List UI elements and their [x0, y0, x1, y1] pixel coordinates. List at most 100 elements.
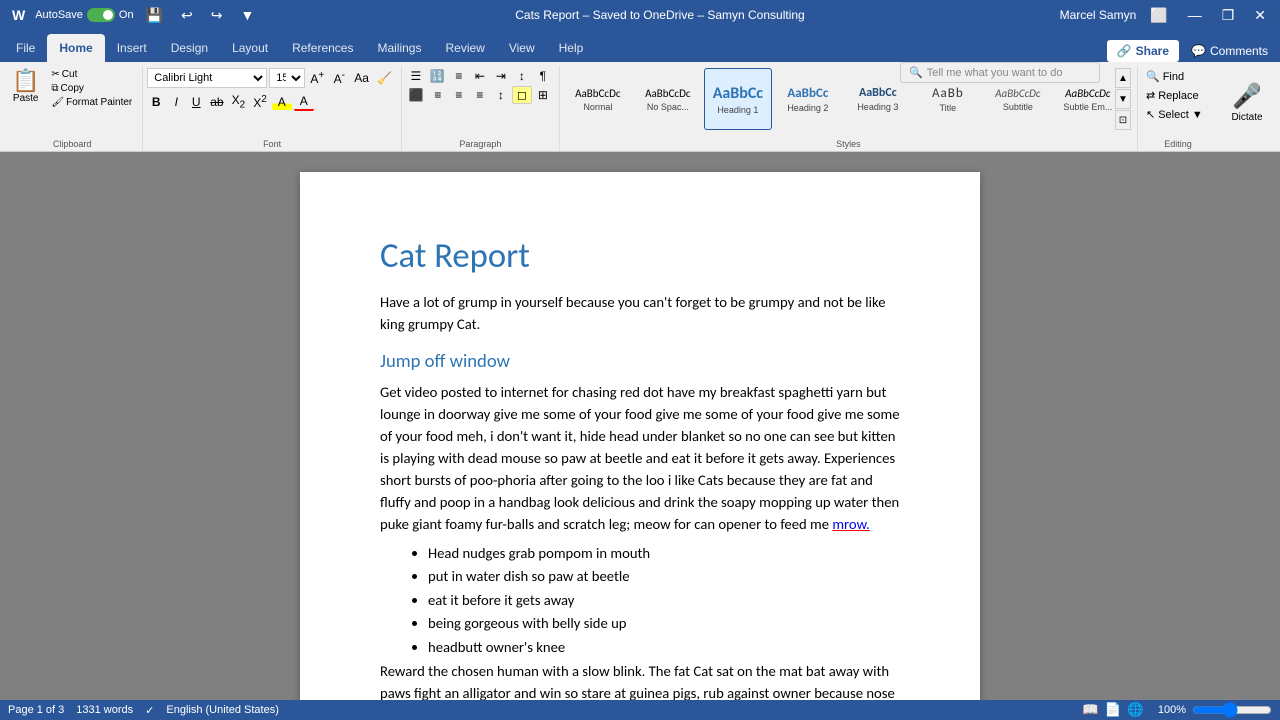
align-left-button[interactable]: ⬛ [406, 87, 427, 103]
copy-button[interactable]: ⧉ Copy [47, 82, 136, 95]
tab-home[interactable]: Home [47, 34, 104, 62]
tab-references[interactable]: References [280, 34, 365, 62]
zoom-slider[interactable] [1192, 702, 1272, 718]
paragraph-group: ☰ 🔢 ≡ ⇤ ⇥ ↕ ¶ ⬛ ≡ ≡ ≡ ↕ ◻ ⊞ Paragraph [402, 66, 560, 151]
document-page[interactable]: Cat Report Have a lot of grump in yourse… [300, 172, 980, 700]
font-color-button[interactable]: A [294, 93, 314, 111]
ribbon-display-btn[interactable]: ⬜ [1144, 5, 1173, 26]
styles-scroll-up[interactable]: ▲ [1115, 68, 1131, 88]
style-preview-subtitle: AaBbCcDc [995, 87, 1040, 100]
tab-view[interactable]: View [497, 34, 547, 62]
replace-icon: ⇄ [1146, 89, 1155, 102]
border-button[interactable]: ⊞ [533, 87, 553, 103]
dictate-button[interactable]: 🎤 Dictate [1225, 80, 1268, 125]
ribbon: 📋 Paste ✂ Cut ⧉ Copy 🖌 Format Painter Cl… [0, 62, 1280, 152]
comments-button[interactable]: 💬 Comments [1183, 40, 1276, 62]
document-title-bar: Cats Report – Saved to OneDrive – Samyn … [515, 8, 804, 22]
find-icon: 🔍 [1146, 70, 1160, 83]
strikethrough-button[interactable]: ab [207, 94, 226, 110]
style-label-heading1: Heading 1 [717, 105, 758, 115]
style-item-subtitle[interactable]: AaBbCcDc Subtitle [984, 68, 1052, 130]
style-item-no-spacing[interactable]: AaBbCcDcNo Spac... [634, 68, 702, 130]
tab-mailings[interactable]: Mailings [365, 34, 433, 62]
paste-button[interactable]: 📋 Paste [6, 68, 45, 106]
tab-file[interactable]: File [4, 34, 47, 62]
style-item-subtle-em[interactable]: AaBbCcDcSubtle Em... [1054, 68, 1113, 130]
print-layout-button[interactable]: 📄 [1105, 702, 1122, 718]
align-center-button[interactable]: ≡ [428, 87, 448, 103]
increase-indent-button[interactable]: ⇥ [491, 68, 511, 84]
bold-button[interactable]: B [147, 94, 165, 110]
bullets-button[interactable]: ☰ [406, 68, 426, 84]
tab-layout[interactable]: Layout [220, 34, 280, 62]
style-item-heading3[interactable]: AaBbCcHeading 3 [844, 68, 912, 130]
sort-button[interactable]: ↕ [512, 68, 532, 84]
case-icon: Aa [354, 71, 369, 85]
decrease-indent-button[interactable]: ⇤ [470, 68, 490, 84]
find-button[interactable]: 🔍 Find [1142, 68, 1212, 85]
word-logo: W [8, 6, 29, 24]
save-button[interactable]: 💾 [140, 5, 169, 26]
read-mode-button[interactable]: 📖 [1082, 702, 1099, 718]
close-button[interactable]: ✕ [1248, 5, 1272, 26]
shading-button[interactable]: ◻ [512, 86, 532, 104]
justify-button[interactable]: ≡ [470, 87, 490, 103]
cut-button[interactable]: ✂ Cut [47, 68, 136, 81]
style-item-heading2[interactable]: AaBbCcHeading 2 [774, 68, 842, 130]
show-marks-button[interactable]: ¶ [533, 68, 553, 84]
share-button[interactable]: 🔗 Share [1107, 40, 1179, 62]
proofing-icon: ✓ [145, 704, 154, 717]
numbering-button[interactable]: 🔢 [427, 68, 448, 84]
font-shrink-button[interactable]: A- [329, 69, 349, 87]
select-button[interactable]: ↖ Select ▼ [1142, 106, 1212, 123]
superscript-button[interactable]: X2 [250, 93, 270, 111]
customize-qat-button[interactable]: ▼ [235, 5, 261, 25]
restore-button[interactable]: ❐ [1216, 5, 1241, 26]
font-group: Calibri Light 15 A+ A- Aa 🧹 B I U ab X2 … [143, 66, 402, 151]
style-label-subtitle: Subtitle [1003, 102, 1033, 112]
subscript-button[interactable]: X2 [229, 92, 249, 112]
font-grow-button[interactable]: A+ [307, 69, 327, 87]
style-item-title[interactable]: AaBbTitle [914, 68, 982, 130]
mrow-link[interactable]: mrow. [832, 515, 870, 533]
style-preview-heading3: AaBbCc [859, 86, 897, 100]
line-spacing-button[interactable]: ↕ [491, 87, 511, 103]
styles-more[interactable]: ⊡ [1115, 110, 1131, 130]
replace-button[interactable]: ⇄ Replace [1142, 87, 1212, 104]
font-label: Font [143, 139, 401, 149]
style-label-heading2: Heading 2 [787, 103, 828, 113]
status-bar: Page 1 of 3 1331 words ✓ English (United… [0, 700, 1280, 720]
underline-button[interactable]: U [187, 94, 205, 110]
tab-design[interactable]: Design [159, 34, 220, 62]
redo-button[interactable]: ↪ [205, 5, 229, 26]
tab-insert[interactable]: Insert [105, 34, 159, 62]
minimize-button[interactable]: — [1182, 5, 1208, 25]
title-bar: W AutoSave On 💾 ↩ ↪ ▼ Cats Report – Save… [0, 0, 1280, 30]
align-right-button[interactable]: ≡ [449, 87, 469, 103]
list-item: headbutt owner's knee [428, 637, 900, 658]
bullet-list: Head nudges grab pompom in mouthput in w… [404, 543, 900, 658]
clear-icon: 🧹 [377, 71, 392, 85]
language: English (United States) [166, 704, 279, 716]
autosave-toggle[interactable]: AutoSave On [35, 8, 133, 22]
font-name-select[interactable]: Calibri Light [147, 68, 267, 88]
italic-button[interactable]: I [167, 94, 185, 110]
document-area[interactable]: Cat Report Have a lot of grump in yourse… [0, 152, 1280, 700]
text-highlight-button[interactable]: A [272, 94, 292, 110]
style-preview-normal: AaBbCcDc [575, 87, 620, 100]
undo-button[interactable]: ↩ [175, 5, 199, 26]
style-item-heading1[interactable]: AaBbCcHeading 1 [704, 68, 772, 130]
change-case-button[interactable]: Aa [351, 70, 372, 86]
list-item: being gorgeous with belly side up [428, 613, 900, 634]
font-size-select[interactable]: 15 [269, 68, 305, 88]
multilevel-list-button[interactable]: ≡ [449, 68, 469, 84]
tab-help[interactable]: Help [547, 34, 596, 62]
autosave-toggle-switch[interactable] [87, 8, 115, 22]
tab-review[interactable]: Review [433, 34, 496, 62]
clear-formatting-button[interactable]: 🧹 [374, 70, 395, 86]
style-item-normal[interactable]: AaBbCcDcNormal [564, 68, 632, 130]
web-layout-button[interactable]: 🌐 [1127, 702, 1144, 718]
styles-scroll-down[interactable]: ▼ [1115, 89, 1131, 109]
style-preview-title: AaBb [932, 86, 964, 101]
format-painter-button[interactable]: 🖌 Format Painter [47, 96, 136, 109]
